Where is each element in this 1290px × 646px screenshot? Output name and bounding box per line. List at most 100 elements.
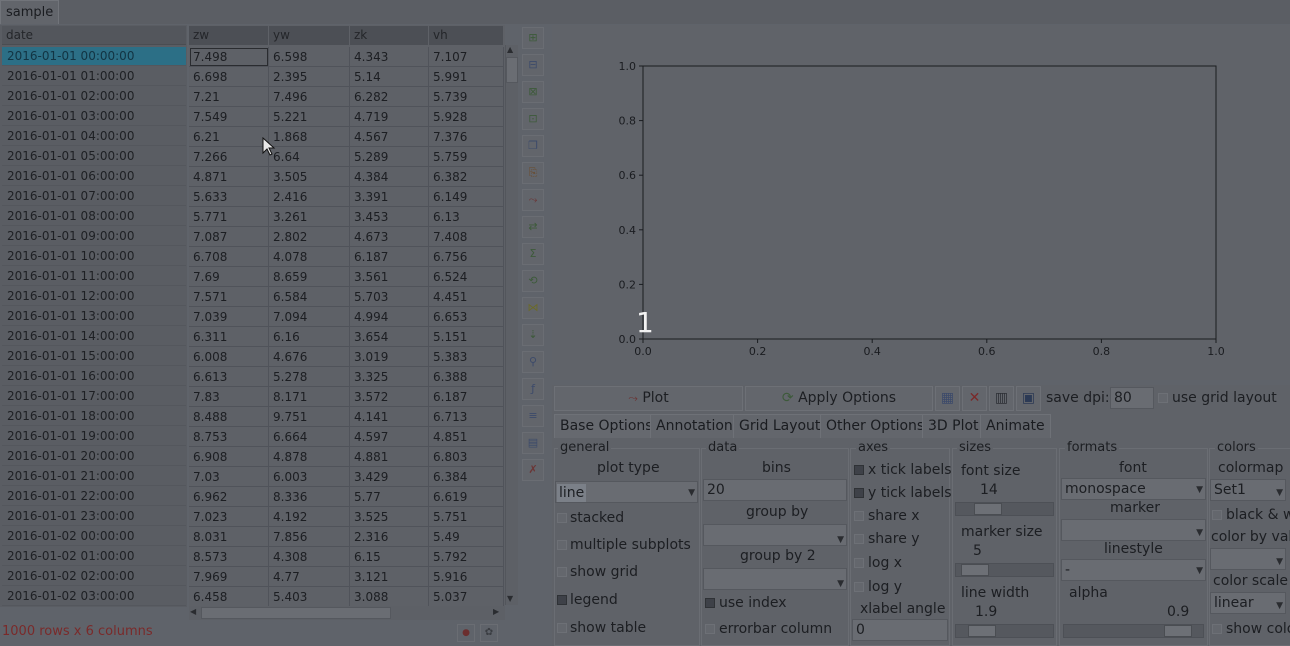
summary-icon[interactable]: ≡ bbox=[522, 405, 544, 427]
aggregate-icon[interactable]: Σ bbox=[522, 243, 544, 265]
group-by-select[interactable]: ▼ bbox=[703, 524, 847, 546]
tab-other-options[interactable]: Other Options bbox=[820, 414, 931, 438]
table-cell[interactable]: 7.83 bbox=[189, 387, 269, 407]
row-label[interactable]: 2016-01-01 16:00:00 bbox=[2, 367, 186, 386]
plot-button[interactable]: ⤳ Plot bbox=[554, 386, 743, 411]
table-cell[interactable]: 6.15 bbox=[350, 547, 429, 567]
table-cell[interactable]: 9.751 bbox=[269, 407, 350, 427]
table-cell[interactable]: 2.395 bbox=[269, 67, 350, 87]
bins-input[interactable]: 20 bbox=[703, 479, 847, 501]
table-cell[interactable]: 3.561 bbox=[350, 267, 429, 287]
table-cell[interactable]: 6.149 bbox=[429, 187, 504, 207]
table-cell[interactable]: 7.376 bbox=[429, 127, 504, 147]
row-label[interactable]: 2016-01-01 02:00:00 bbox=[2, 87, 186, 106]
table-cell[interactable]: 3.572 bbox=[350, 387, 429, 407]
table-cell[interactable]: 5.928 bbox=[429, 107, 504, 127]
table-cell[interactable]: 5.221 bbox=[269, 107, 350, 127]
table-cell[interactable]: 4.851 bbox=[429, 427, 504, 447]
table-cell[interactable]: 3.019 bbox=[350, 347, 429, 367]
marker-select[interactable]: ▼ bbox=[1061, 519, 1206, 541]
tab-base-options[interactable]: Base Options bbox=[554, 414, 659, 438]
table-cell[interactable]: 6.664 bbox=[269, 427, 350, 447]
table-cell[interactable]: 6.756 bbox=[429, 247, 504, 267]
stop-icon[interactable]: ● bbox=[457, 624, 475, 642]
tab-sample[interactable]: sample bbox=[0, 0, 60, 24]
row-label[interactable]: 2016-01-02 02:00:00 bbox=[2, 567, 186, 586]
scroll-left-arrow-icon[interactable]: ◀ bbox=[190, 607, 196, 616]
table-cell[interactable]: 7.571 bbox=[189, 287, 269, 307]
table-cell[interactable]: 7.69 bbox=[189, 267, 269, 287]
table-cell[interactable]: 6.21 bbox=[189, 127, 269, 147]
table-cell[interactable]: 7.496 bbox=[269, 87, 350, 107]
log-x-checkbox[interactable] bbox=[854, 558, 864, 568]
errorbar-column-checkbox[interactable] bbox=[705, 624, 715, 634]
use-index-checkbox[interactable] bbox=[705, 598, 715, 608]
table-cell[interactable]: 5.151 bbox=[429, 327, 504, 347]
index-header[interactable]: date bbox=[2, 26, 186, 45]
clipboard-icon[interactable]: ▦ bbox=[935, 386, 960, 411]
log-y-checkbox[interactable] bbox=[854, 582, 864, 592]
table-cell[interactable]: 8.171 bbox=[269, 387, 350, 407]
data-table[interactable]: zw yw zk vh 7.498 6.598 4.343 7.107 6.698 2.395 5.… bbox=[189, 25, 505, 607]
tab-annotation[interactable]: Annotation bbox=[650, 414, 739, 438]
tab-3d-plot[interactable]: 3D Plot bbox=[922, 414, 985, 438]
table-cell[interactable]: 6.187 bbox=[429, 387, 504, 407]
table-cell[interactable]: 6.003 bbox=[269, 467, 350, 487]
table-cell[interactable]: 8.753 bbox=[189, 427, 269, 447]
multiple-subplots-checkbox[interactable] bbox=[557, 540, 567, 550]
share-x-checkbox[interactable] bbox=[854, 511, 864, 521]
table-cell[interactable]: 8.031 bbox=[189, 527, 269, 547]
table-cell[interactable]: 4.881 bbox=[350, 447, 429, 467]
scroll-up-arrow-icon[interactable]: ▲ bbox=[507, 45, 517, 55]
row-label[interactable]: 2016-01-01 22:00:00 bbox=[2, 487, 186, 506]
row-label[interactable]: 2016-01-01 17:00:00 bbox=[2, 387, 186, 406]
table-cell[interactable]: 8.659 bbox=[269, 267, 350, 287]
table-cell[interactable]: 6.713 bbox=[429, 407, 504, 427]
row-label[interactable]: 2016-01-01 09:00:00 bbox=[2, 227, 186, 246]
table-cell[interactable]: 5.278 bbox=[269, 367, 350, 387]
row-label[interactable]: 2016-01-01 14:00:00 bbox=[2, 327, 186, 346]
table-cell[interactable]: 8.573 bbox=[189, 547, 269, 567]
row-label[interactable]: 2016-01-02 03:00:00 bbox=[2, 587, 186, 606]
marker-size-slider-thumb[interactable] bbox=[961, 564, 989, 576]
table-cell[interactable]: 6.524 bbox=[429, 267, 504, 287]
table-cell[interactable]: 7.039 bbox=[189, 307, 269, 327]
font-select[interactable]: monospace ▼ bbox=[1061, 478, 1206, 500]
table-cell[interactable]: 7.266 bbox=[189, 147, 269, 167]
y-tick-labels-checkbox[interactable] bbox=[854, 488, 864, 498]
table-cell[interactable]: 5.49 bbox=[429, 527, 504, 547]
alpha-slider[interactable] bbox=[1063, 624, 1204, 638]
plot-icon[interactable]: ⤳ bbox=[522, 189, 544, 211]
table-cell[interactable]: 7.408 bbox=[429, 227, 504, 247]
delete-column-icon[interactable]: ⊡ bbox=[522, 108, 544, 130]
table-cell[interactable]: 8.336 bbox=[269, 487, 350, 507]
scroll-right-arrow-icon[interactable]: ▶ bbox=[493, 607, 499, 616]
horizontal-scroll-thumb[interactable] bbox=[201, 607, 391, 619]
scroll-down-arrow-icon[interactable]: ▼ bbox=[507, 594, 517, 604]
table-cell[interactable]: 7.856 bbox=[269, 527, 350, 547]
marker-size-slider[interactable] bbox=[955, 563, 1054, 577]
layout-icon[interactable]: ▥ bbox=[989, 386, 1014, 411]
table-cell[interactable]: 5.771 bbox=[189, 207, 269, 227]
table-cell[interactable]: 6.13 bbox=[429, 207, 504, 227]
font-size-slider[interactable] bbox=[955, 502, 1054, 516]
table-cell[interactable]: 4.192 bbox=[269, 507, 350, 527]
table-cell[interactable]: 4.451 bbox=[429, 287, 504, 307]
row-label[interactable]: 2016-01-01 03:00:00 bbox=[2, 107, 186, 126]
table-cell[interactable]: 5.037 bbox=[429, 587, 504, 607]
table-cell[interactable]: 6.613 bbox=[189, 367, 269, 387]
row-label[interactable]: 2016-01-01 10:00:00 bbox=[2, 247, 186, 266]
delete-row-icon[interactable]: ⊠ bbox=[522, 81, 544, 103]
column-header-zk[interactable]: zk bbox=[350, 26, 429, 45]
pivot-icon[interactable]: ⟲ bbox=[522, 270, 544, 292]
row-label[interactable]: 2016-01-01 08:00:00 bbox=[2, 207, 186, 226]
column-header-vh[interactable]: vh bbox=[429, 26, 504, 45]
table-cell[interactable]: 4.719 bbox=[350, 107, 429, 127]
show-table-checkbox[interactable] bbox=[557, 623, 567, 633]
row-label[interactable]: 2016-01-01 21:00:00 bbox=[2, 467, 186, 486]
row-label[interactable]: 2016-01-01 12:00:00 bbox=[2, 287, 186, 306]
vertical-scroll-thumb[interactable] bbox=[506, 57, 518, 83]
plot-canvas[interactable]: 1.0 0.8 0.6 0.4 0.2 0.0 0.0 0.2 0.4 0.6 0.8 1.0 1 bbox=[552, 25, 1290, 380]
paste-icon[interactable]: ⎘ bbox=[522, 162, 544, 184]
row-label[interactable]: 2016-01-01 19:00:00 bbox=[2, 427, 186, 446]
